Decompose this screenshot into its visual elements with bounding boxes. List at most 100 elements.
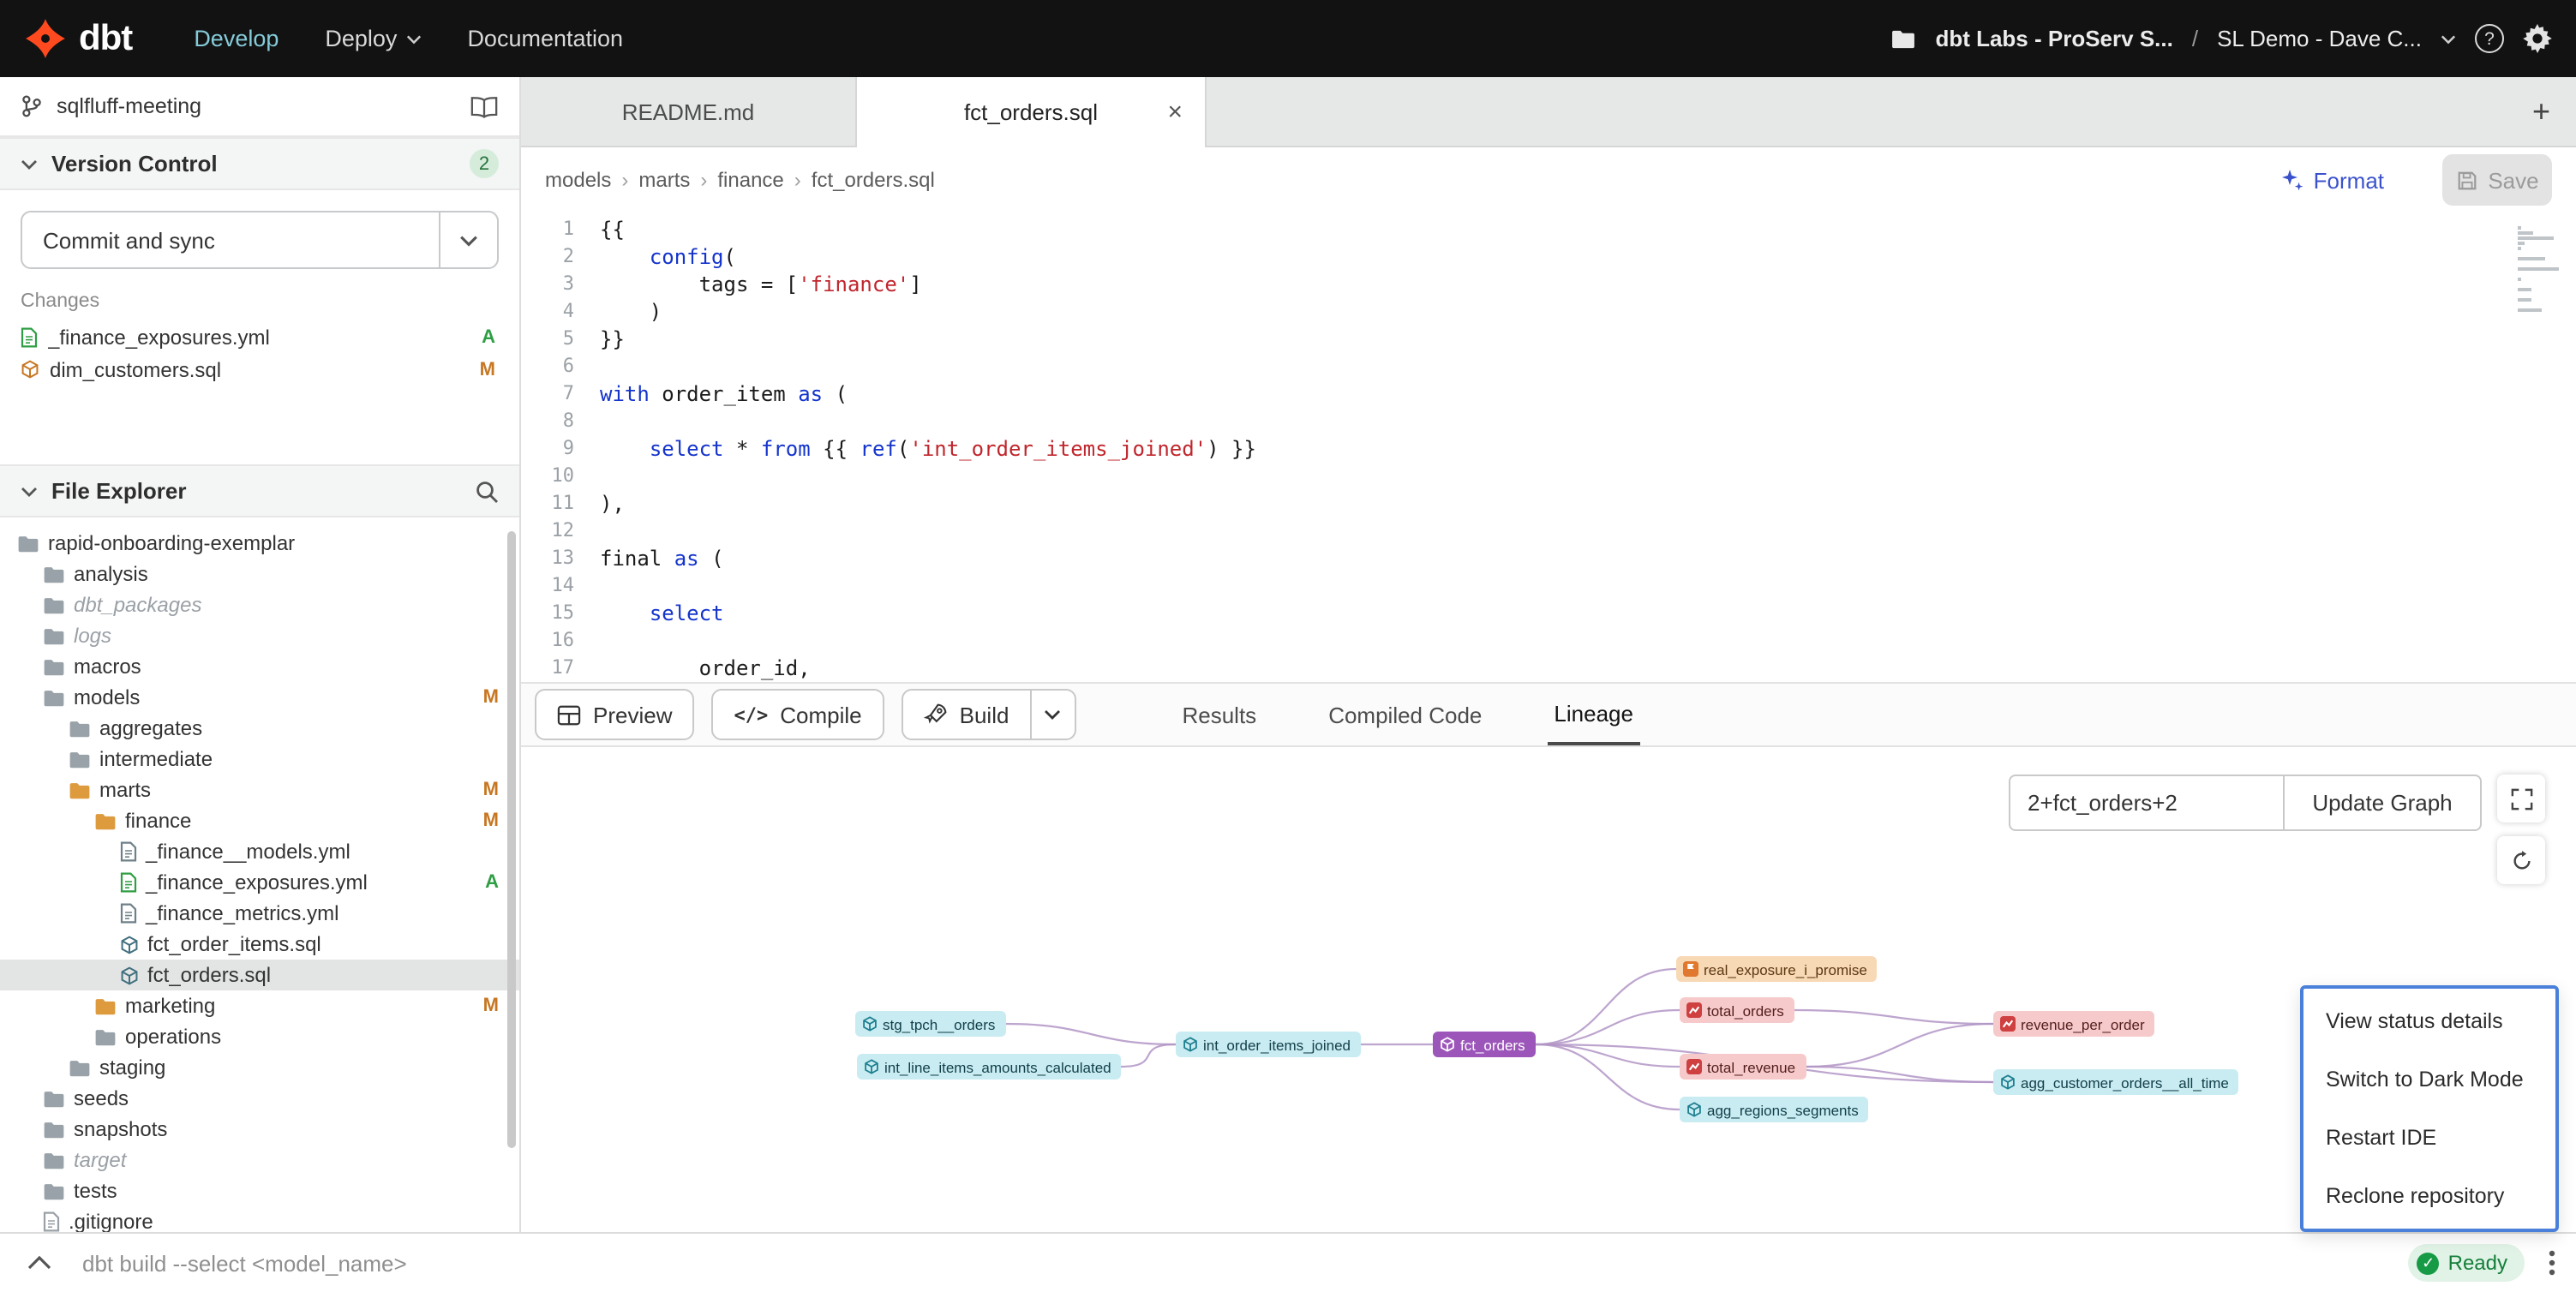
tree-item-aggregates[interactable]: aggregates: [0, 713, 519, 744]
account-name[interactable]: dbt Labs - ProServ S...: [1935, 26, 2172, 51]
nav-documentation[interactable]: Documentation: [467, 26, 623, 51]
branch-selector[interactable]: sqlfluff-meeting: [0, 77, 519, 137]
kebab-menu-icon[interactable]: [2549, 1249, 2555, 1277]
project-name[interactable]: SL Demo - Dave C...: [2217, 26, 2422, 51]
tree-item-_finance_exposures.yml[interactable]: _finance_exposures.ymlA: [0, 867, 519, 898]
tree-item-rapid-onboarding-exemplar[interactable]: rapid-onboarding-exemplar: [0, 528, 519, 559]
help-icon[interactable]: ?: [2475, 24, 2504, 53]
lineage-node-real_exposure_i_promise[interactable]: real_exposure_i_promise: [1676, 956, 1878, 982]
tree-item-snapshots[interactable]: snapshots: [0, 1114, 519, 1145]
command-input[interactable]: dbt build --select <model_name>: [82, 1250, 2409, 1276]
commit-and-sync-button[interactable]: Commit and sync: [21, 211, 499, 269]
menu-item-reclone-repository[interactable]: Reclone repository: [2303, 1167, 2555, 1225]
tree-item-staging[interactable]: staging: [0, 1052, 519, 1083]
gear-icon[interactable]: [2523, 24, 2552, 53]
chevron-up-icon[interactable]: [27, 1256, 51, 1270]
build-options-chevron[interactable]: [1029, 691, 1074, 739]
tree-item-operations[interactable]: operations: [0, 1021, 519, 1052]
changed-file-dim_customers.sql[interactable]: dim_customers.sqlM: [21, 353, 499, 386]
code-line-14[interactable]: 14: [521, 572, 2576, 600]
close-icon[interactable]: ×: [1167, 98, 1183, 127]
file-explorer-header[interactable]: File Explorer: [0, 464, 519, 517]
menu-item-restart-ide[interactable]: Restart IDE: [2303, 1109, 2555, 1167]
breadcrumb-item[interactable]: finance: [717, 168, 783, 192]
tab-results[interactable]: Results: [1175, 684, 1263, 745]
code-line-10[interactable]: 10: [521, 463, 2576, 490]
tree-item-_finance_metrics.yml[interactable]: _finance_metrics.yml: [0, 898, 519, 929]
lineage-node-agg_customer_orders__all_time[interactable]: agg_customer_orders__all_time: [1993, 1069, 2239, 1095]
nav-develop[interactable]: Develop: [194, 26, 279, 51]
lineage-node-agg_regions_segments[interactable]: agg_regions_segments: [1680, 1097, 1869, 1122]
code-line-15[interactable]: 15 select: [521, 600, 2576, 627]
build-button[interactable]: Build: [903, 691, 1030, 739]
tree-item-logs[interactable]: logs: [0, 620, 519, 651]
code-line-5[interactable]: 5}}: [521, 326, 2576, 353]
lineage-node-total_orders[interactable]: total_orders: [1680, 997, 1794, 1023]
lineage-node-int_order_items_joined[interactable]: int_order_items_joined: [1176, 1032, 1361, 1057]
code-line-9[interactable]: 9 select * from {{ ref('int_order_items_…: [521, 435, 2576, 463]
tree-item-tests[interactable]: tests: [0, 1175, 519, 1206]
tree-item-dbt_packages[interactable]: dbt_packages: [0, 589, 519, 620]
code-line-17[interactable]: 17 order_id,: [521, 655, 2576, 682]
code-line-12[interactable]: 12: [521, 517, 2576, 545]
lineage-node-revenue_per_order[interactable]: revenue_per_order: [1993, 1011, 2155, 1037]
docs-book-icon[interactable]: [470, 95, 499, 117]
new-tab-icon[interactable]: +: [2532, 93, 2550, 129]
code-line-6[interactable]: 6: [521, 353, 2576, 380]
menu-item-switch-to-dark-mode[interactable]: Switch to Dark Mode: [2303, 1050, 2555, 1109]
version-control-header[interactable]: Version Control 2: [0, 137, 519, 190]
nav-deploy[interactable]: Deploy: [325, 26, 421, 51]
save-button[interactable]: Save: [2442, 154, 2552, 206]
update-graph-button[interactable]: Update Graph: [2283, 775, 2482, 831]
reset-view-icon[interactable]: [2497, 836, 2545, 884]
code-line-1[interactable]: 1{{: [521, 216, 2576, 243]
tree-item-intermediate[interactable]: intermediate: [0, 744, 519, 775]
code-line-3[interactable]: 3 tags = ['finance']: [521, 271, 2576, 298]
format-button[interactable]: Format: [2279, 167, 2384, 193]
search-icon[interactable]: [475, 479, 499, 503]
tree-item-models[interactable]: modelsM: [0, 682, 519, 713]
code-line-13[interactable]: 13final as (: [521, 545, 2576, 572]
code-line-11[interactable]: 11),: [521, 490, 2576, 517]
lineage-selector-input[interactable]: [2009, 775, 2285, 831]
tab-readme[interactable]: README.md: [521, 77, 857, 146]
changed-file-_finance_exposures.yml[interactable]: _finance_exposures.ymlA: [21, 320, 499, 353]
code-line-7[interactable]: 7with order_item as (: [521, 380, 2576, 408]
dbt-logo[interactable]: dbt: [24, 17, 132, 60]
tree-item-_finance__models.yml[interactable]: _finance__models.yml: [0, 836, 519, 867]
compile-button[interactable]: </> Compile: [712, 689, 884, 740]
breadcrumb-item[interactable]: fct_orders.sql: [812, 168, 935, 192]
chevron-down-icon[interactable]: [2441, 33, 2456, 44]
tree-item-macros[interactable]: macros: [0, 651, 519, 682]
editor-minimap[interactable]: [2518, 226, 2562, 314]
tree-item-fct_orders.sql[interactable]: fct_orders.sql: [0, 960, 519, 990]
code-editor[interactable]: 1{{2 config(3 tags = ['finance']4 )5}}67…: [521, 212, 2576, 682]
commit-options-chevron[interactable]: [439, 212, 497, 267]
breadcrumb-item[interactable]: marts: [638, 168, 690, 192]
lineage-node-stg_tpch__orders[interactable]: stg_tpch__orders: [855, 1011, 1005, 1037]
lineage-node-int_line_items_amounts_calculated[interactable]: int_line_items_amounts_calculated: [857, 1054, 1122, 1080]
tree-item-analysis[interactable]: analysis: [0, 559, 519, 589]
breadcrumb-item[interactable]: models: [545, 168, 611, 192]
code-line-8[interactable]: 8: [521, 408, 2576, 435]
menu-item-view-status-details[interactable]: View status details: [2303, 992, 2555, 1050]
lineage-node-fct_orders[interactable]: fct_orders: [1433, 1032, 1536, 1057]
lineage-node-total_revenue[interactable]: total_revenue: [1680, 1054, 1806, 1080]
tree-item-seeds[interactable]: seeds: [0, 1083, 519, 1114]
tree-item-fct_order_items.sql[interactable]: fct_order_items.sql: [0, 929, 519, 960]
tree-item-target[interactable]: target: [0, 1145, 519, 1175]
file-tree-scrollbar[interactable]: [507, 531, 516, 1148]
code-line-2[interactable]: 2 config(: [521, 243, 2576, 271]
code-line-4[interactable]: 4 ): [521, 298, 2576, 326]
tree-item-marts[interactable]: martsM: [0, 775, 519, 805]
tree-item-finance[interactable]: financeM: [0, 805, 519, 836]
tree-item-marketing[interactable]: marketingM: [0, 990, 519, 1021]
code-line-16[interactable]: 16: [521, 627, 2576, 655]
preview-button[interactable]: Preview: [535, 689, 695, 740]
tab-compiled-code[interactable]: Compiled Code: [1321, 684, 1489, 745]
tab-lineage[interactable]: Lineage: [1547, 684, 1640, 745]
tab-fct-orders[interactable]: fct_orders.sql ×: [857, 77, 1207, 147]
fullscreen-icon[interactable]: [2497, 775, 2545, 822]
status-badge[interactable]: ✓ Ready: [2409, 1244, 2525, 1282]
tree-item-.gitignore[interactable]: .gitignore: [0, 1206, 519, 1232]
